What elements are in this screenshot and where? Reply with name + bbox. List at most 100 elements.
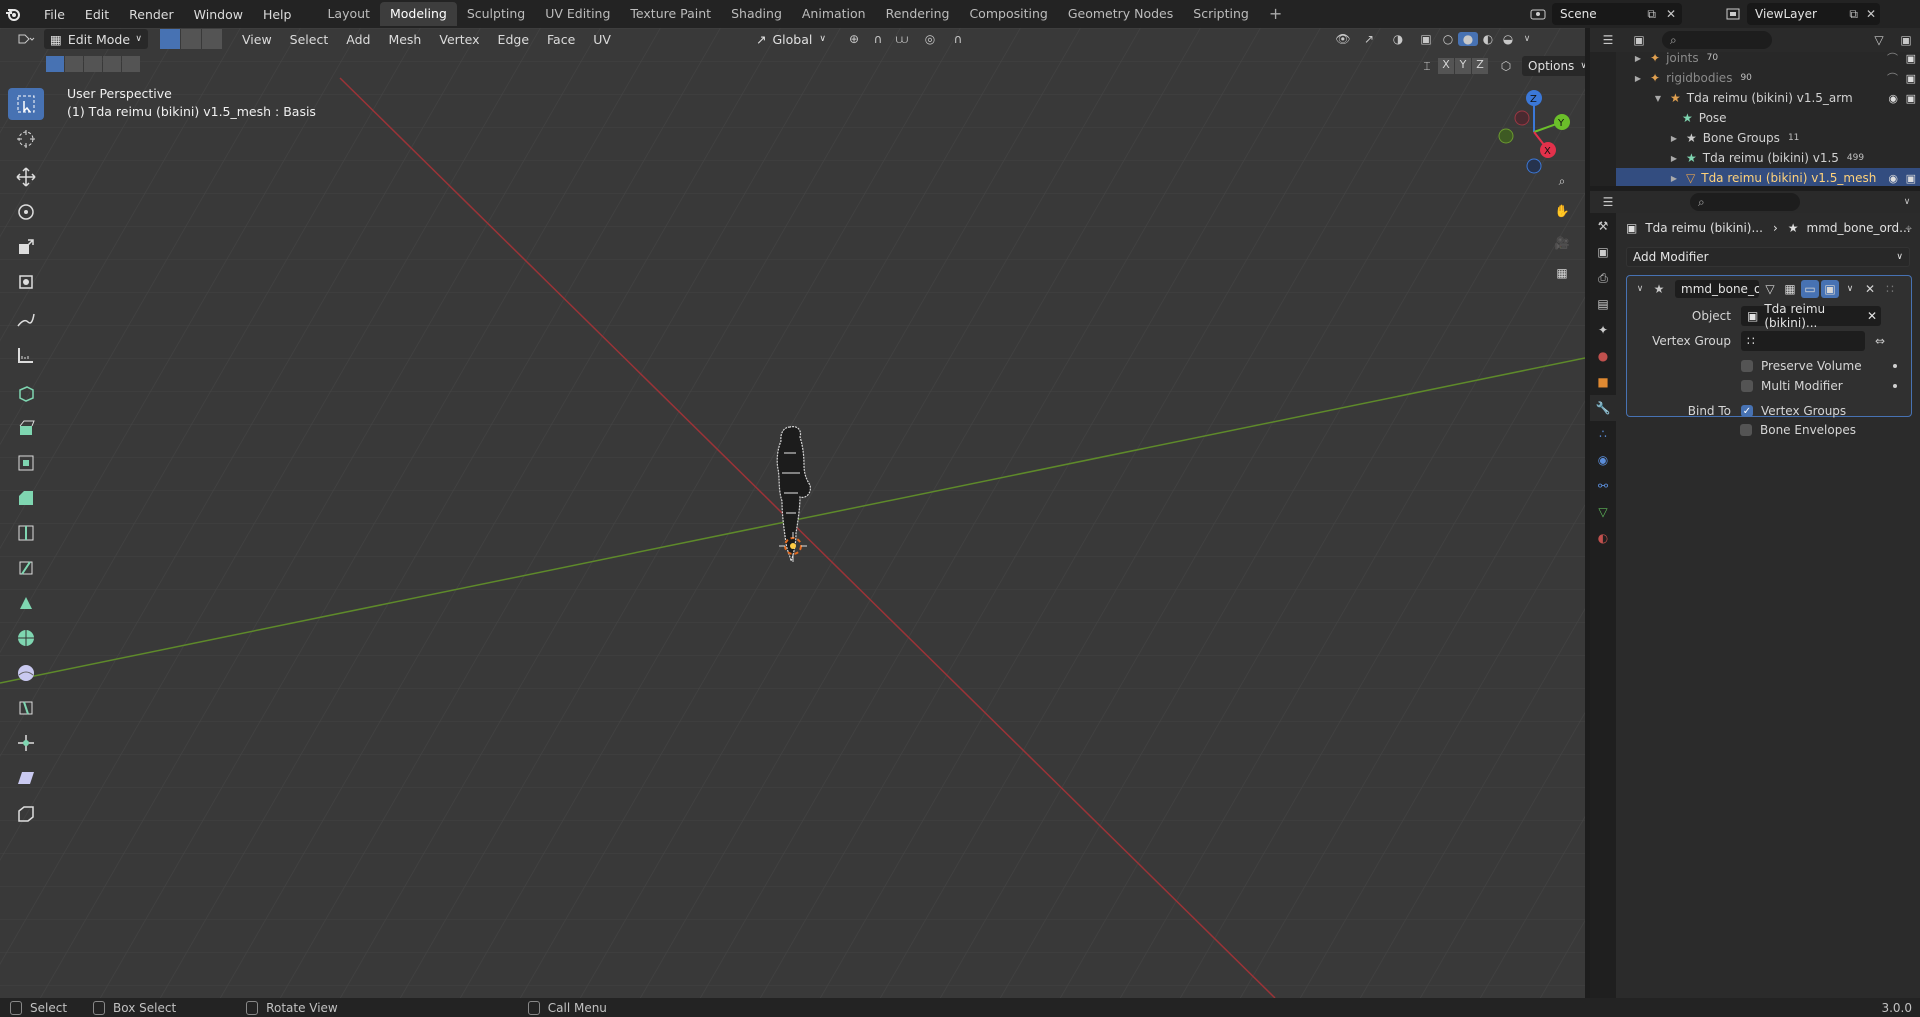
eye-icon[interactable]: ◉ (1888, 172, 1898, 185)
modifier-tab-icon[interactable]: 🔧 (1590, 395, 1616, 421)
scene-tab-icon[interactable]: ✦ (1590, 317, 1616, 343)
pin-icon[interactable]: ⌖ (1905, 221, 1912, 236)
mirror-z-button[interactable]: Z (1472, 58, 1488, 74)
pan-hand-icon[interactable]: ✋ (1549, 198, 1575, 224)
menu-vertex[interactable]: Vertex (430, 32, 488, 47)
menu-add[interactable]: Add (337, 32, 379, 47)
eye-icon[interactable]: ⌒ (1887, 70, 1898, 86)
menu-face[interactable]: Face (538, 32, 584, 47)
edit-mode-filter-icon[interactable]: ▽ (1761, 280, 1779, 298)
expand-icon[interactable]: ▶ (1668, 174, 1680, 183)
tab-scripting[interactable]: Scripting (1183, 2, 1259, 26)
camera-icon[interactable]: ▣ (1906, 172, 1916, 185)
wireframe-shading-icon[interactable]: ○ (1438, 32, 1458, 46)
modifier-menu-icon[interactable]: ∨ (1841, 280, 1859, 298)
close-view-layer-icon[interactable]: ✕ (1866, 7, 1876, 21)
smooth-tool[interactable] (8, 657, 44, 689)
properties-search-input[interactable]: ⌕ (1690, 193, 1800, 211)
tab-texture-paint[interactable]: Texture Paint (620, 2, 721, 26)
eye-icon[interactable]: ⌒ (1887, 50, 1898, 66)
material-shading-icon[interactable]: ◐ (1478, 32, 1498, 46)
outliner-row[interactable]: ▶ ✦ joints 70 ⌒ ▣ (1616, 48, 1920, 68)
menu-mesh[interactable]: Mesh (379, 32, 430, 47)
menu-render[interactable]: Render (119, 7, 184, 22)
editor-type-icon[interactable] (8, 29, 44, 49)
extend-selection-button[interactable] (65, 56, 83, 72)
3d-viewport[interactable]: ▦ Edit Mode ∨ View Select Add Mesh Verte… (0, 28, 1585, 998)
edge-slide-tool[interactable] (8, 692, 44, 724)
multi-modifier-checkbox[interactable] (1741, 380, 1753, 392)
ortho-toggle-icon[interactable]: ▦ (1549, 260, 1575, 286)
invert-selection-button[interactable] (103, 56, 121, 72)
outliner-row[interactable]: ▶ ★ Bone Groups 11 (1616, 128, 1920, 148)
add-cube-tool[interactable] (8, 377, 44, 409)
snap-target-icon[interactable]: ⩊ (888, 32, 916, 47)
rip-region-tool[interactable] (8, 797, 44, 829)
options-dropdown[interactable]: Options ∨ (1522, 56, 1585, 76)
rotate-tool[interactable] (8, 196, 44, 228)
close-scene-icon[interactable]: ✕ (1666, 7, 1676, 21)
measure-tool[interactable] (8, 339, 44, 371)
object-tab-icon[interactable]: ■ (1590, 369, 1616, 395)
annotate-tool[interactable] (8, 304, 44, 336)
poly-build-tool[interactable] (8, 587, 44, 619)
loop-cut-tool[interactable] (8, 517, 44, 549)
modifier-name-input[interactable]: mmd_bone_o... (1675, 280, 1759, 298)
cursor-tool[interactable] (8, 123, 44, 155)
tab-rendering[interactable]: Rendering (876, 2, 960, 26)
on-cage-icon[interactable]: ▦ (1781, 280, 1799, 298)
xray-icon[interactable]: ▣ (1414, 32, 1438, 46)
view-layer-field[interactable]: ViewLayer ⧉ ✕ (1747, 3, 1880, 25)
new-collection-icon[interactable]: ▣ (1892, 33, 1920, 47)
render-display-icon[interactable]: ▣ (1821, 280, 1839, 298)
pivot-point-icon[interactable]: ⊕ (840, 32, 868, 46)
solid-shading-icon[interactable]: ● (1458, 32, 1478, 46)
collapse-icon[interactable]: ▼ (1652, 94, 1664, 103)
keyframe-dot-icon[interactable] (1893, 384, 1897, 388)
add-workspace-icon[interactable]: + (1259, 2, 1292, 26)
properties-editor-type-icon[interactable]: ☰ (1590, 195, 1626, 209)
menu-edge[interactable]: Edge (489, 32, 538, 47)
chevron-down-icon[interactable]: ∨ (1894, 197, 1920, 207)
physics-tab-icon[interactable]: ◉ (1590, 447, 1616, 473)
camera-icon[interactable]: ▣ (1906, 72, 1916, 85)
tab-uv-editing[interactable]: UV Editing (535, 2, 620, 26)
shrink-fatten-tool[interactable] (8, 727, 44, 759)
tab-layout[interactable]: Layout (317, 2, 380, 26)
mode-dropdown[interactable]: ▦ Edit Mode ∨ (44, 29, 148, 49)
mirror-x-button[interactable]: X (1438, 58, 1454, 74)
tab-shading[interactable]: Shading (721, 2, 792, 26)
snap-icon[interactable]: ∩ (868, 32, 888, 46)
visibility-icon[interactable]: 👁 (1330, 32, 1356, 46)
tab-modeling[interactable]: Modeling (379, 2, 457, 26)
expand-icon[interactable]: ▶ (1632, 74, 1644, 83)
menu-view[interactable]: View (233, 32, 281, 47)
select-box-tool[interactable] (8, 88, 44, 120)
vertex-select-button[interactable] (160, 29, 180, 49)
outliner-editor-type-icon[interactable]: ☰ (1590, 33, 1626, 47)
filter-icon[interactable]: ▽ (1866, 33, 1892, 47)
outliner-row[interactable]: ▶ ✦ rigidbodies 90 ⌒ ▣ (1616, 68, 1920, 88)
add-modifier-dropdown[interactable]: Add Modifier ∨ (1626, 247, 1910, 267)
menu-uv[interactable]: UV (584, 32, 620, 47)
object-field[interactable]: ▣ Tda reimu (bikini)... ✕ (1741, 302, 1881, 330)
tab-animation[interactable]: Animation (792, 2, 876, 26)
menu-window[interactable]: Window (184, 7, 253, 22)
transform-tool[interactable] (8, 266, 44, 298)
display-mode-icon[interactable]: ▣ (1626, 33, 1652, 47)
menu-help[interactable]: Help (253, 7, 302, 22)
invert-vertex-group-icon[interactable]: ⇔ (1869, 334, 1891, 348)
constraints-tab-icon[interactable]: ⚯ (1590, 473, 1616, 499)
eye-icon[interactable]: ◉ (1888, 92, 1898, 105)
duplicate-scene-icon[interactable]: ⧉ (1647, 7, 1656, 22)
shear-tool[interactable] (8, 762, 44, 794)
material-tab-icon[interactable]: ◐ (1590, 525, 1616, 551)
overlays-icon[interactable]: ◑ (1382, 32, 1414, 46)
duplicate-view-layer-icon[interactable]: ⧉ (1849, 7, 1858, 22)
chevron-down-icon[interactable]: ∨ (1518, 34, 1536, 44)
knife-tool[interactable] (8, 552, 44, 584)
menu-file[interactable]: File (34, 7, 75, 22)
realtime-display-icon[interactable]: ▭ (1801, 280, 1819, 298)
outliner-row-selected[interactable]: ▶ ▽ Tda reimu (bikini) v1.5_mesh ◉ ▣ (1616, 168, 1920, 186)
outliner-search-input[interactable]: ⌕ (1662, 31, 1772, 49)
